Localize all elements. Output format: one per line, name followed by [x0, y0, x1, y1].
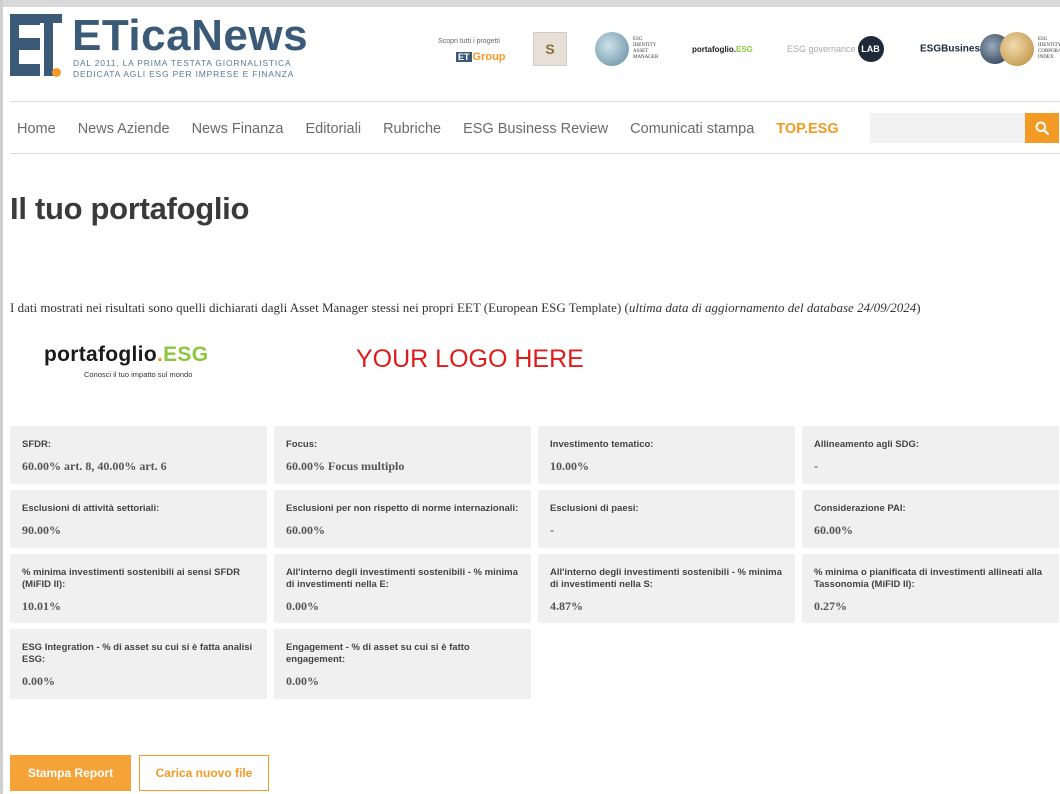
metric-value: 0.27% — [814, 599, 847, 613]
pf-logo-esg: ESG — [163, 343, 209, 366]
metric-value: 10.00% — [550, 459, 589, 473]
metric-value: 0.00% — [286, 599, 319, 613]
site-header: ETicaNews DAL 2011, LA PRIMA TESTATA GIO… — [10, 12, 1060, 90]
brand-tagline: DAL 2011, LA PRIMA TESTATA GIORNALISTICA… — [73, 58, 294, 80]
etgroup-text: Group — [472, 51, 506, 63]
governance-lab-badge: LAB — [857, 36, 884, 62]
pf-mini-suffix: ESG — [736, 44, 753, 54]
search-icon — [1035, 121, 1049, 135]
nav-news-finanza[interactable]: News Finanza — [192, 121, 284, 137]
metric-value: 60.00% Focus multiplo — [286, 459, 405, 473]
intro-end: ) — [916, 300, 921, 315]
metric-label: % minima o pianificata di investimenti a… — [814, 567, 1043, 590]
metric-card: Engagement - % di asset su cui si è fatt… — [274, 629, 531, 699]
main-nav: Home News Aziende News Finanza Editorial… — [17, 112, 839, 146]
metric-value: 10.01% — [22, 599, 61, 613]
search-input[interactable] — [870, 113, 1026, 143]
sri-logo[interactable]: S — [533, 32, 567, 66]
nav-news-aziende[interactable]: News Aziende — [78, 121, 170, 137]
nav-divider — [10, 153, 1060, 154]
intro-date: ultima data di aggiornamento del databas… — [628, 300, 917, 315]
metric-card: Focus: 60.00% Focus multiplo — [274, 426, 531, 484]
metric-card: SFDR: 60.00% art. 8, 40.00% art. 6 — [10, 426, 267, 484]
intro-text: I dati mostrati nei risultati sono quell… — [10, 300, 921, 316]
nav-rubriche[interactable]: Rubriche — [383, 121, 441, 137]
header-divider — [10, 101, 1060, 102]
metric-label: Esclusioni per non rispetto di norme int… — [286, 503, 519, 514]
metric-label: SFDR: — [22, 439, 52, 450]
window-top-border — [0, 0, 1060, 7]
metric-value: 4.87% — [550, 599, 583, 613]
search-button[interactable] — [1025, 113, 1059, 143]
metric-value: - — [814, 459, 818, 473]
partners-caption: Scopri tutti i progetti — [438, 38, 500, 45]
metric-label: Considerazione PAI: — [814, 503, 906, 514]
esg-identity-asset-manager-logo[interactable]: ESG IDENTITY ASSET MANAGER — [595, 32, 658, 66]
metric-value: 0.00% — [22, 674, 55, 688]
metric-label: % minima investimenti sostenibili ai sen… — [22, 567, 241, 590]
brand-name[interactable]: ETicaNews — [72, 12, 308, 60]
etgroup-logo[interactable]: ET Group — [456, 51, 506, 63]
window-left-border — [0, 0, 3, 794]
metric-label: Esclusioni di attività settoriali: — [22, 503, 160, 514]
portafoglio-esg-logo-large: portafoglio.ESG Conosci il tuo impatto s… — [44, 343, 208, 379]
nav-comunicati-stampa[interactable]: Comunicati stampa — [630, 121, 754, 137]
nav-editoriali[interactable]: Editoriali — [305, 121, 361, 137]
metric-label: Allineamento agli SDG: — [814, 439, 920, 450]
metric-card: % minima o pianificata di investimenti a… — [802, 554, 1059, 623]
metric-card: All'interno degli investimenti sostenibi… — [274, 554, 531, 623]
metric-label: Engagement - % di asset su cui si è fatt… — [286, 642, 470, 665]
your-logo-placeholder: YOUR LOGO HERE — [356, 345, 584, 373]
metric-label: All'interno degli investimenti sostenibi… — [550, 567, 782, 590]
metric-value: - — [550, 523, 554, 537]
esgbusiness-text: ESGBusiness — [920, 43, 986, 55]
metric-card: Esclusioni di attività settoriali: 90.00… — [10, 490, 267, 548]
page-title: Il tuo portafoglio — [10, 191, 250, 226]
esg-identity-corporate-logo[interactable]: ESGIDENTITYCORPORATEINDEX — [1000, 32, 1060, 66]
nav-top-esg[interactable]: TOP.ESG — [776, 121, 838, 137]
partner-logos: Scopri tutti i progetti ET Group S ESG IDE… — [430, 30, 1060, 74]
nav-esg-business-review[interactable]: ESG Business Review — [463, 121, 608, 137]
metric-card: Esclusioni di paesi: - — [538, 490, 795, 548]
metric-card: Investimento tematico: 10.00% — [538, 426, 795, 484]
pf-logo-subtitle: Conosci il tuo impatto sul mondo — [84, 370, 193, 379]
metric-card: Esclusioni per non rispetto di norme int… — [274, 490, 531, 548]
metric-card: % minima investimenti sostenibili ai sen… — [10, 554, 267, 623]
metric-label: Esclusioni di paesi: — [550, 503, 639, 514]
print-report-button[interactable]: Stampa Report — [10, 755, 131, 791]
metric-card: All'interno degli investimenti sostenibi… — [538, 554, 795, 623]
governance-text: ESG governance — [787, 44, 856, 54]
intro-main: I dati mostrati nei risultati sono quell… — [10, 300, 629, 315]
pf-logo-name: portafoglio — [44, 343, 157, 366]
metric-value: 0.00% — [286, 674, 319, 688]
esg-business-logo[interactable]: ESGBusiness — [920, 32, 1010, 66]
metric-label: ESG Integration - % di asset su cui si è… — [22, 642, 253, 665]
esg-governance-lab-logo[interactable]: ESG governance LAB — [787, 32, 884, 66]
metric-card: Considerazione PAI: 60.00% — [802, 490, 1059, 548]
etica-logo-mark[interactable] — [10, 14, 62, 77]
metric-value: 90.00% — [22, 523, 61, 537]
etgroup-mark: ET — [456, 52, 472, 62]
upload-new-file-button[interactable]: Carica nuovo file — [139, 755, 269, 791]
metric-card: ESG Integration - % di asset su cui si è… — [10, 629, 267, 699]
tagline-line-2: DEDICATA AGLI ESG PER IMPRESE E FINANZA — [73, 69, 295, 79]
metric-label: Investimento tematico: — [550, 439, 654, 450]
tagline-line-1: DAL 2011, LA PRIMA TESTATA GIORNALISTICA — [73, 58, 292, 68]
metric-value: 60.00% — [286, 523, 325, 537]
metric-label: Focus: — [286, 439, 318, 450]
metric-card: Allineamento agli SDG: - — [802, 426, 1059, 484]
metric-value: 60.00% — [814, 523, 853, 537]
nav-home[interactable]: Home — [17, 121, 56, 137]
pf-mini-prefix: portafoglio. — [692, 44, 736, 54]
metric-value: 60.00% art. 8, 40.00% art. 6 — [22, 459, 167, 473]
metric-label: All'interno degli investimenti sostenibi… — [286, 567, 518, 590]
portafoglio-esg-logo[interactable]: portafoglio.ESG — [692, 32, 753, 66]
